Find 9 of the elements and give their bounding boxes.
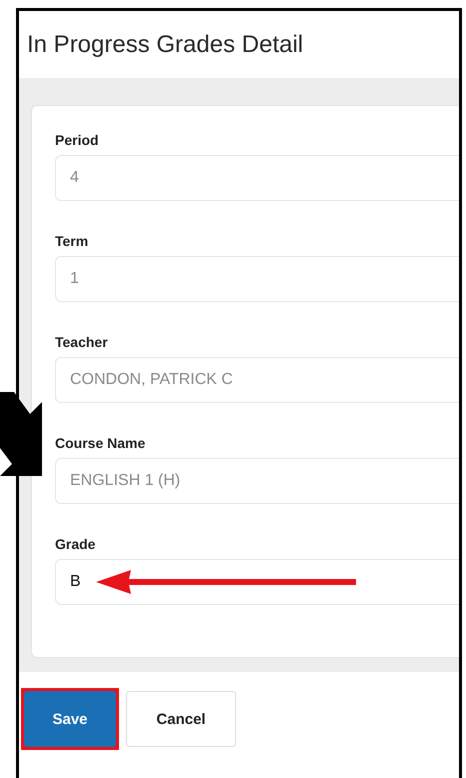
- field-label: Course Name: [55, 435, 146, 451]
- field-label: Term: [55, 233, 90, 249]
- field-label: Period: [55, 132, 100, 148]
- cancel-button[interactable]: Cancel: [126, 691, 236, 747]
- field-label: Teacher: [55, 334, 109, 350]
- save-button[interactable]: Save: [24, 691, 116, 747]
- field-label: Grade: [55, 536, 96, 552]
- page-title: In Progress Grades Detail: [27, 30, 304, 58]
- input-field[interactable]: B: [55, 559, 459, 605]
